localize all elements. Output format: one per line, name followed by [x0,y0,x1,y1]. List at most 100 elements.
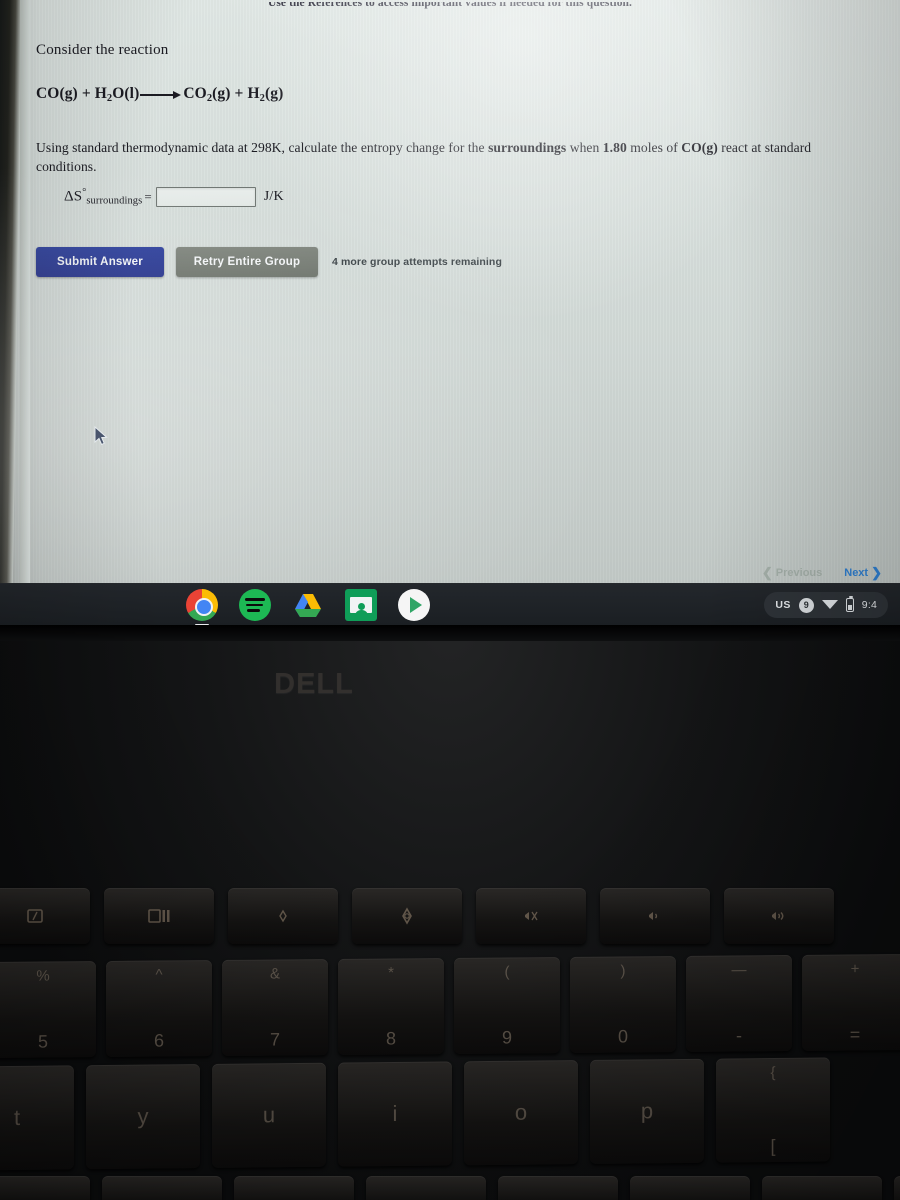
key-plus-label: + [850,960,860,978]
key-i[interactable]: i [338,1061,452,1167]
key-row4-g[interactable] [762,1176,882,1200]
key-brightness-up[interactable] [352,888,462,944]
question-body: Consider the reaction CO(g) + H2O(l) CO2(… [36,42,866,277]
equation-reactant-co: CO(g) [36,85,78,102]
wifi-icon[interactable] [821,600,838,609]
prompt-bold-surroundings: surroundings [488,139,567,155]
equation-plus-1: + [81,85,91,102]
next-question-link[interactable]: Next ❯ [844,566,882,579]
spotify-wave-3 [247,609,260,612]
key-row4-h[interactable] [894,1176,900,1200]
key-6-shift-label: ^ [155,966,163,984]
key-brace-label: { [770,1064,776,1082]
key-minus[interactable]: — - [686,955,792,1052]
key-7[interactable]: & 7 [222,959,328,1056]
key-volume-mute[interactable] [476,888,586,944]
prompt-segment-2: when [566,139,603,155]
submit-answer-button[interactable]: Submit Answer [36,246,164,277]
laptop-hinge [0,625,900,641]
key-volume-down[interactable] [600,888,710,944]
brightness-down-icon [279,909,287,923]
key-8[interactable]: * 8 [338,958,444,1055]
key-y[interactable]: y [86,1064,200,1170]
key-row4-c[interactable] [234,1176,354,1200]
attempts-remaining-text: 4 more group attempts remaining [332,255,502,268]
screenshot-root: Use the References to access important v… [0,0,900,1200]
key-0-shift-label: ) [620,962,626,980]
keyboard-function-row [0,888,834,944]
play-triangle-shape [410,597,422,613]
prompt-segment-3: moles of [626,139,682,155]
spotify-wave-1 [245,598,265,601]
classroom-board-shape [350,597,372,616]
equation-product-h2: H2(g) [247,85,284,104]
google-classroom-icon[interactable] [345,589,377,621]
key-0[interactable]: ) 0 [570,956,676,1053]
equation-reactant-water: H2O(l) [94,85,140,104]
key-equals-label: = [849,1024,861,1045]
key-volume-up[interactable] [724,888,834,944]
reaction-arrow-icon [140,89,182,100]
mouse-cursor-icon [94,426,108,446]
key-o[interactable]: o [464,1060,578,1166]
key-bracket-left[interactable]: { [ [716,1057,830,1163]
equation-product-co2: CO2(g) [183,85,231,104]
key-o-label: o [514,1099,528,1125]
brightness-up-icon [402,907,412,925]
question-prompt: Using standard thermodynamic data at 298… [36,138,856,177]
answer-unit-label: J/K [263,188,284,204]
entropy-answer-input[interactable] [155,186,256,207]
key-7-shift-label: & [269,965,280,983]
system-tray[interactable]: US 9 9:4 [764,592,888,618]
key-6[interactable]: ^ 6 [106,960,212,1057]
previous-question-link[interactable]: ❮ Previous [762,566,822,579]
key-brightness-down[interactable] [228,888,338,944]
key-9-shift-label: ( [504,963,510,981]
chemical-equation: CO(g) + H2O(l) CO2(g) + H2(g) [36,85,866,104]
key-5[interactable]: % 5 [0,961,96,1059]
google-drive-icon[interactable] [292,589,324,621]
key-8-shift-label: * [388,964,394,982]
prompt-bold-co: CO(g) [681,139,718,155]
key-row4-e[interactable] [498,1176,618,1200]
question-actions: Submit Answer Retry Entire Group 4 more … [36,246,866,277]
key-row4-b[interactable] [102,1176,222,1200]
answer-row: ΔS°surroundings = J/K [64,186,866,207]
chrome-icon[interactable] [186,589,218,626]
equation-plus-2: + [234,85,244,102]
key-equals[interactable]: + = [802,953,900,1051]
key-5-label: 5 [37,1031,48,1052]
key-bracket-label: [ [770,1136,776,1157]
equals-sign: = [144,188,152,204]
key-u[interactable]: u [212,1062,326,1168]
clock-label[interactable]: 9:4 [862,599,877,611]
key-i-label: i [392,1100,398,1127]
play-store-icon[interactable] [398,589,430,621]
chevron-right-icon: ❯ [871,565,882,580]
volume-down-icon [649,912,658,920]
key-row4-d[interactable] [366,1176,486,1200]
notification-count-badge[interactable]: 9 [798,597,814,613]
key-9[interactable]: ( 9 [454,957,560,1054]
spotify-wave-2 [246,603,263,607]
spotify-icon[interactable] [239,589,271,621]
battery-icon[interactable] [845,595,854,612]
key-0-label: 0 [617,1026,628,1047]
key-row4-a[interactable] [0,1176,90,1200]
key-row4-f[interactable] [630,1176,750,1200]
key-fullscreen[interactable] [0,888,90,944]
retry-entire-group-button[interactable]: Retry Entire Group [176,246,318,277]
key-8-label: 8 [385,1028,396,1049]
dell-brand-logo: DELL [274,668,354,700]
previous-label: Previous [775,566,823,579]
fullscreen-icon [27,909,43,923]
shelf-app-icons [186,589,430,626]
delta-s-surroundings-label: ΔS°surroundings [64,186,143,207]
key-p[interactable]: p [590,1058,704,1164]
keyboard-locale-label: US [775,599,791,611]
key-window-overview[interactable] [104,888,214,944]
key-minus-label: - [736,1025,742,1046]
window-overview-icon [148,909,170,923]
key-t[interactable]: t [0,1065,74,1171]
key-6-label: 6 [153,1030,164,1051]
